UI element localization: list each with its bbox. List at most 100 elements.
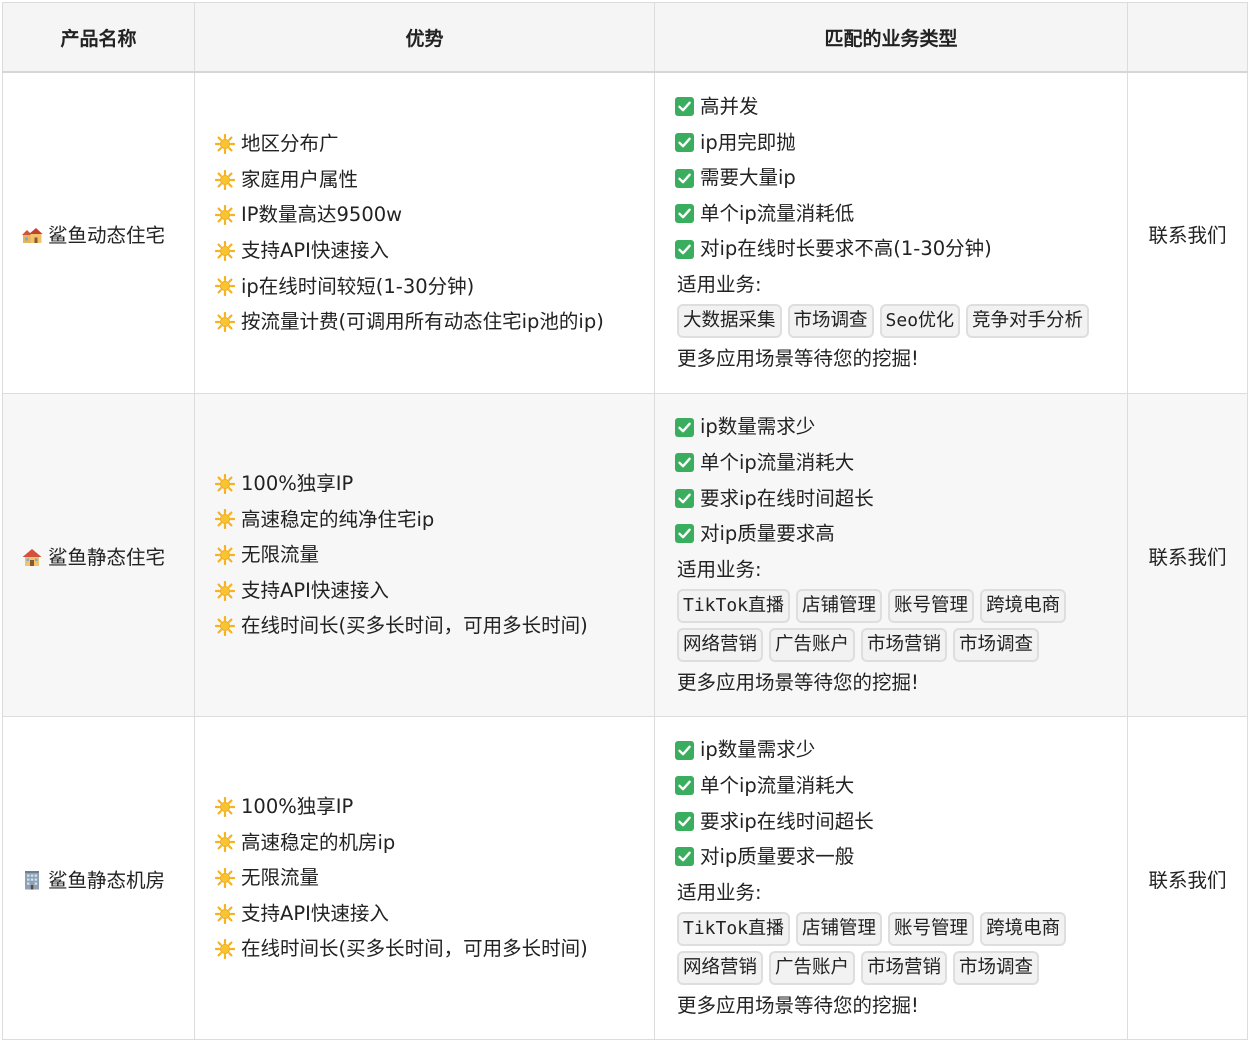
table-row: 鲨鱼静态住宅 100%独享IP 高速稳定的纯净住宅ip 无限流量 支持API快速接入 在线… <box>2 393 1248 717</box>
advantage-text: 100%独享IP <box>241 472 354 496</box>
business-tag: 店铺管理 <box>796 911 883 946</box>
requirement-text: 高并发 <box>700 95 759 119</box>
houses-icon <box>21 225 43 245</box>
advantage-item: IP数量高达9500w <box>215 197 653 233</box>
advantage-text: 地区分布广 <box>241 132 339 156</box>
product-name: 鲨鱼静态机房 <box>48 868 166 892</box>
advantage-text: 无限流量 <box>241 866 320 890</box>
check-mark-icon <box>675 524 694 544</box>
table-body: 鲨鱼动态住宅 地区分布广家庭用户属性 IP数量高达9500w 支持API快速接入 ip在… <box>2 71 1248 1040</box>
contact-cell: 联系我们 <box>1127 393 1248 717</box>
advantage-item: 无限流量 <box>215 537 653 573</box>
sun-icon <box>215 545 235 565</box>
requirement-text: 单个ip流量消耗大 <box>700 773 855 797</box>
advantage-item: 支持API快速接入 <box>215 573 653 609</box>
business-tag: 广告账户 <box>769 627 856 662</box>
header-extra <box>1127 2 1248 73</box>
table-row: 鲨鱼静态机房 100%独享IP 高速稳定的机房ip 无限流量支持API快速接入在线时间… <box>2 716 1248 1040</box>
match-business-cell: 高并发 ip用完即抛需要大量ip 单个ip流量消耗低对ip在线时长要求不高(1-30… <box>654 71 1128 394</box>
requirement-item: 需要大量ip <box>675 160 1126 196</box>
header-match-business: 匹配的业务类型 <box>654 2 1128 73</box>
sun-icon <box>215 939 235 960</box>
header-row: 产品名称 优势 匹配的业务类型 <box>2 2 1248 73</box>
requirement-item: 单个ip流量消耗大 <box>675 445 1126 481</box>
check-mark-icon <box>675 204 694 224</box>
advantage-item: 100%独享IP <box>215 466 653 502</box>
product-comparison-table: 产品名称 优势 匹配的业务类型 鲨鱼动态住宅 地区分布广家庭用户属性 IP数量高达9… <box>2 2 1248 1040</box>
apply-business-label: 适用业务: <box>677 880 762 904</box>
check-mark-icon <box>675 488 694 508</box>
match-business-cell: ip数量需求少单个ip流量消耗大 要求ip在线时间超长对ip质量要求一般适用业务:… <box>654 716 1128 1040</box>
requirement-item: ip数量需求少 <box>675 732 1126 768</box>
requirement-text: 单个ip流量消耗低 <box>700 201 855 225</box>
advantage-text: 100%独享IP <box>241 795 354 819</box>
advantage-item: 高速稳定的机房ip <box>215 825 653 861</box>
check-mark-icon <box>675 811 694 831</box>
business-tag: 店铺管理 <box>796 588 883 623</box>
business-tags: TikTok直播 店铺管理 账号管理 跨境电商 网络营销 广告账户 市场营销 市场调查 <box>675 910 1126 988</box>
requirement-text: 要求ip在线时间超长 <box>700 809 874 833</box>
check-mark-icon <box>675 740 694 760</box>
apply-business-label: 适用业务: <box>677 557 762 581</box>
requirement-item: 对ip质量要求一般 <box>675 839 1126 875</box>
sun-icon <box>215 903 235 924</box>
business-tag: Seo优化 <box>879 303 961 338</box>
advantage-text: 家庭用户属性 <box>241 167 359 191</box>
business-tags: 大数据采集 市场调查 Seo优化 竞争对手分析 <box>675 302 1126 341</box>
advantage-text: 按流量计费(可调用所有动态住宅ip池的ip) <box>241 310 604 334</box>
requirement-item: ip用完即抛 <box>675 125 1126 161</box>
business-tag: 大数据采集 <box>677 303 782 338</box>
product-name: 鲨鱼动态住宅 <box>48 223 166 247</box>
business-tag: 市场营销 <box>861 950 948 985</box>
sun-icon <box>215 832 235 853</box>
contact-us-link[interactable]: 联系我们 <box>1148 546 1226 569</box>
advantages-cell: 地区分布广 家庭用户属性 IP数量高达9500w 支持API快速接入 ip在线时间较短(… <box>194 71 655 394</box>
advantage-item: 在线时间长(买多长时间，可用多长时间) <box>215 931 653 967</box>
product-name-cell: 鲨鱼静态住宅 <box>2 393 195 717</box>
product-name-cell: 鲨鱼动态住宅 <box>2 71 195 394</box>
contact-us-link[interactable]: 联系我们 <box>1148 224 1226 247</box>
advantage-item: ip在线时间较短(1-30分钟) <box>215 269 653 305</box>
office-building-icon <box>21 870 43 890</box>
business-tag: 跨境电商 <box>980 911 1067 946</box>
requirement-text: 单个ip流量消耗大 <box>700 450 855 474</box>
advantage-text: 在线时间长(买多长时间，可用多长时间) <box>241 937 588 961</box>
advantage-item: 按流量计费(可调用所有动态住宅ip池的ip) <box>215 304 653 340</box>
requirement-item: ip数量需求少 <box>675 409 1126 445</box>
check-mark-icon <box>675 97 694 117</box>
sun-icon <box>215 240 235 261</box>
requirement-text: 要求ip在线时间超长 <box>700 486 874 510</box>
advantage-item: 100%独享IP <box>215 789 653 825</box>
requirement-text: 需要大量ip <box>700 166 796 190</box>
sun-icon <box>215 473 235 494</box>
requirement-item: 单个ip流量消耗低 <box>675 196 1126 232</box>
more-scenarios-text: 更多应用场景等待您的挖掘! <box>677 993 919 1017</box>
requirement-item: 对ip质量要求高 <box>675 516 1126 552</box>
advantage-item: 支持API快速接入 <box>215 896 653 932</box>
requirement-item: 要求ip在线时间超长 <box>675 804 1126 840</box>
requirement-item: 高并发 <box>675 89 1126 125</box>
business-tag: 账号管理 <box>888 588 975 623</box>
business-tag: 市场调查 <box>953 950 1040 985</box>
advantage-text: 无限流量 <box>241 543 320 567</box>
sun-icon <box>215 311 235 332</box>
advantages-cell: 100%独享IP 高速稳定的纯净住宅ip 无限流量 支持API快速接入 在线时间长(买多… <box>194 393 655 717</box>
business-tag: 市场调查 <box>953 627 1040 662</box>
more-scenarios-text: 更多应用场景等待您的挖掘! <box>677 346 919 370</box>
sun-icon <box>215 509 235 530</box>
requirement-text: 对ip在线时长要求不高(1-30分钟) <box>700 237 992 261</box>
more-scenarios-text: 更多应用场景等待您的挖掘! <box>677 670 919 694</box>
advantage-text: 在线时间长(买多长时间，可用多长时间) <box>241 614 588 638</box>
requirement-item: 单个ip流量消耗大 <box>675 768 1126 804</box>
check-mark-icon <box>675 417 694 437</box>
advantage-text: ip在线时间较短(1-30分钟) <box>241 274 475 298</box>
check-mark-icon <box>675 132 694 152</box>
header-product-name: 产品名称 <box>2 2 195 73</box>
business-tag: 跨境电商 <box>980 588 1067 623</box>
check-mark-icon <box>675 453 694 473</box>
sun-icon <box>215 169 235 190</box>
sun-icon <box>215 134 235 155</box>
business-tag: 账号管理 <box>888 911 975 946</box>
business-tags: TikTok直播 店铺管理 账号管理 跨境电商 网络营销 广告账户 市场营销 市场调查 <box>675 587 1126 665</box>
contact-us-link[interactable]: 联系我们 <box>1148 869 1226 892</box>
